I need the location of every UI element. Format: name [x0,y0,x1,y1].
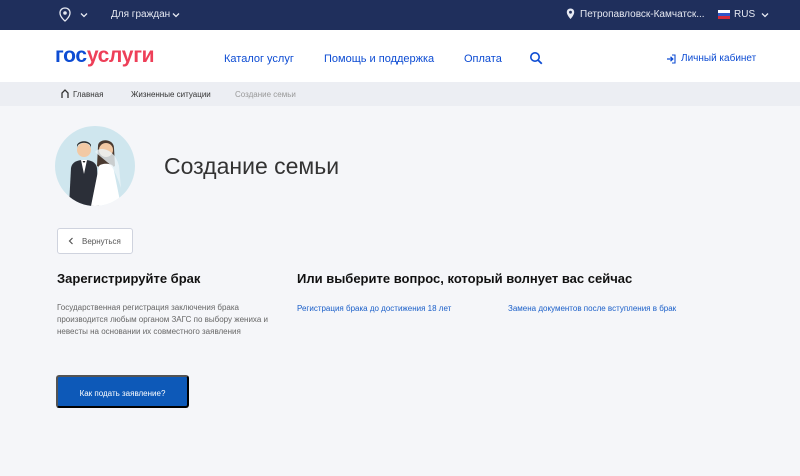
register-description: Государственная регистрация заключения б… [57,303,268,336]
breadcrumb-home[interactable]: Главная [73,90,103,99]
logo-part-uslugi: услуги [86,44,155,67]
nav-help[interactable]: Помощь и поддержка [324,53,434,65]
top-bar: Для граждан Петропавловск-Камчатск... RU… [0,0,800,30]
personal-cabinet-link[interactable]: Личный кабинет [681,53,756,64]
chevron-down-icon[interactable] [172,11,180,19]
location-pin-icon [566,8,575,19]
chevron-down-icon[interactable] [80,11,88,19]
home-icon [61,89,69,98]
back-button[interactable]: Вернуться [57,228,133,254]
logo-part-gos: гос [55,44,87,67]
gosuslugi-logo[interactable]: госуслуги [55,44,155,68]
questions-heading: Или выберите вопрос, который волнует вас… [297,271,633,286]
back-button-label: Вернуться [82,237,121,246]
question-link-under-18[interactable]: Регистрация брака до достижения 18 лет [297,304,451,313]
nav-catalog[interactable]: Каталог услуг [224,53,294,65]
chevron-down-icon[interactable] [761,11,769,19]
chevron-left-icon [68,237,73,245]
russia-flag-icon [718,10,730,19]
site-header: госуслуги Каталог услуг Помощь и поддерж… [0,30,800,82]
page-title: Создание семьи [164,153,340,179]
how-to-apply-button[interactable]: Как подать заявление? [56,375,189,408]
nav-payment[interactable]: Оплата [464,53,502,65]
location-selector[interactable]: Петропавловск-Камчатск... [580,9,705,20]
breadcrumb-life-situations[interactable]: Жизненные ситуации [131,90,211,99]
language-selector[interactable]: RUS [734,9,755,20]
wedding-couple-illustration [55,126,135,206]
breadcrumb: Главная Жизненные ситуации Создание семь… [0,82,800,106]
question-link-document-replacement[interactable]: Замена документов после вступления в бра… [508,304,676,313]
register-heading: Зарегистрируйте брак [57,271,201,286]
login-icon[interactable] [666,54,676,64]
search-icon[interactable] [529,51,543,65]
breadcrumb-current: Создание семьи [235,90,296,99]
emblem-icon[interactable] [56,6,74,24]
audience-selector[interactable]: Для граждан [111,9,170,20]
